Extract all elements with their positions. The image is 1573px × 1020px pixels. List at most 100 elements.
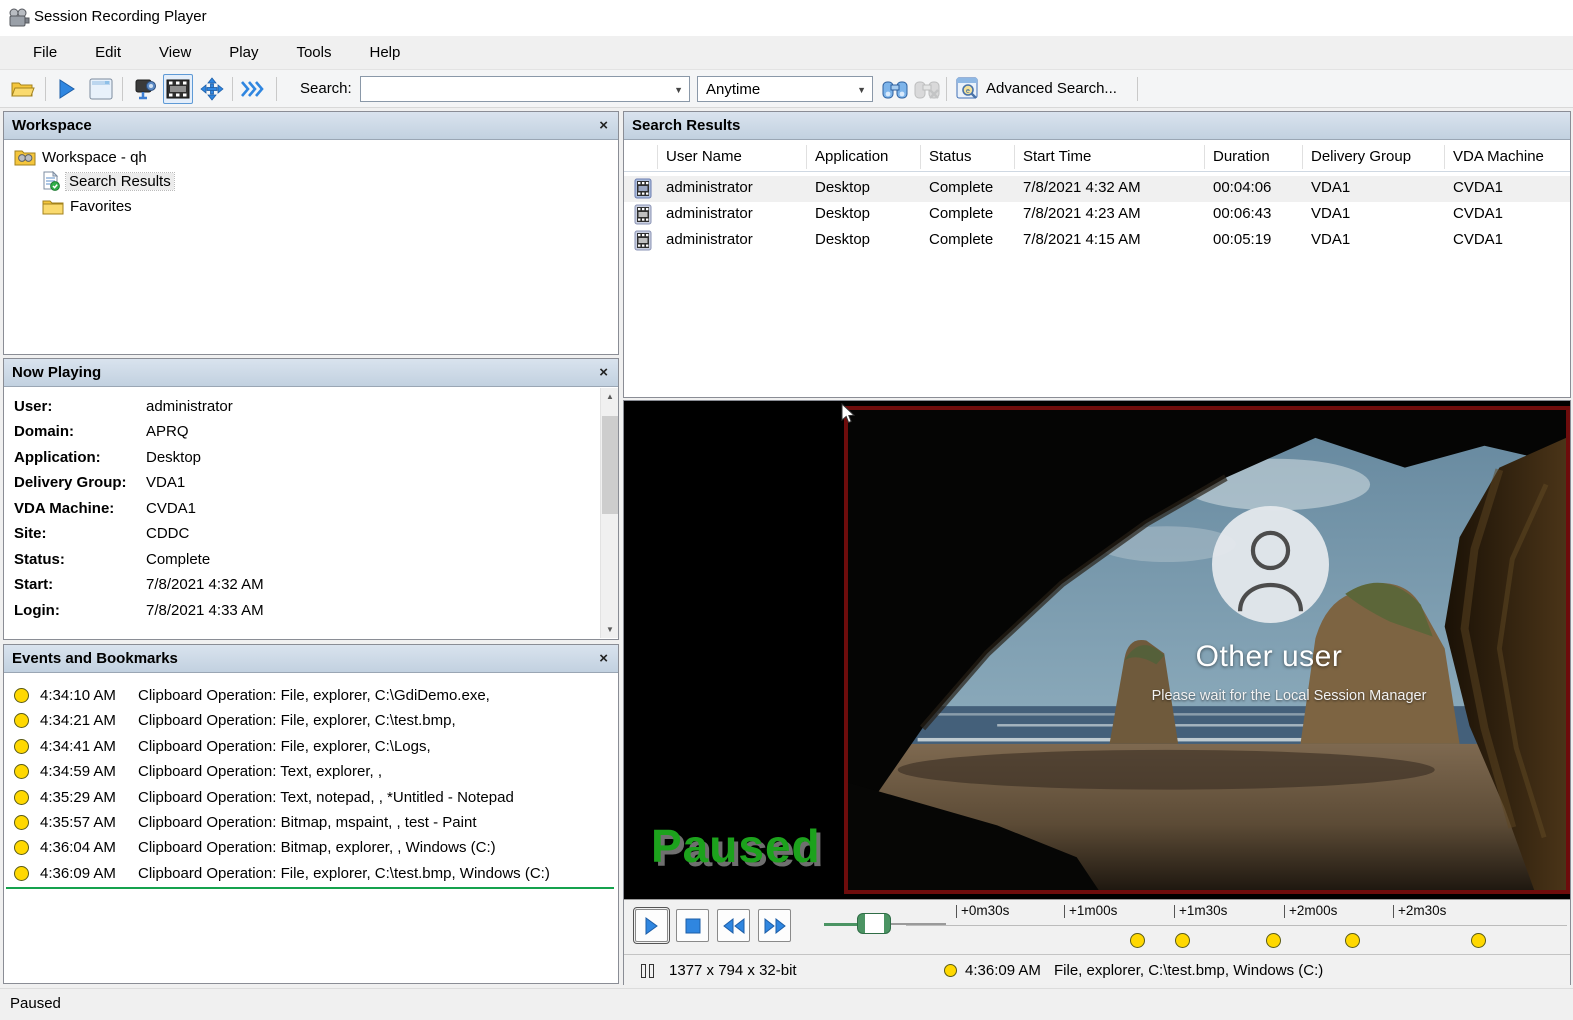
result-row-1[interactable]: administrator Desktop Complete 7/8/2021 … (624, 176, 1570, 202)
event-text: Clipboard Operation: Bitmap, explorer, ,… (138, 839, 496, 856)
player-controls: +0m30s +1m00s +1m30s +2m00s +2m30s (624, 899, 1570, 954)
menu-play[interactable]: Play (210, 38, 277, 67)
cell-duration: 00:04:06 (1213, 179, 1271, 196)
menu-edit[interactable]: Edit (76, 38, 140, 67)
window-view-button[interactable] (86, 74, 116, 104)
seek-slider-thumb[interactable] (857, 913, 891, 934)
result-row-2[interactable]: administrator Desktop Complete 7/8/2021 … (624, 202, 1570, 228)
field-start: Start:7/8/2021 4:32 AM (14, 576, 594, 601)
close-icon[interactable]: × (597, 364, 610, 381)
tree-item-search-results[interactable]: Search Results (42, 170, 174, 192)
chevron-down-icon[interactable]: ▼ (674, 85, 683, 95)
filmstrip-view-button[interactable] (163, 74, 193, 104)
field-label: Domain: (14, 423, 74, 440)
event-item-6[interactable]: 4:35:57 AMClipboard Operation: Bitmap, m… (10, 810, 612, 835)
col-start-time[interactable]: Start Time (1023, 148, 1091, 165)
event-time: 4:35:29 AM (40, 789, 116, 806)
open-file-button[interactable] (8, 74, 38, 104)
pause-indicator-icon (641, 964, 646, 978)
tree-item-favorites[interactable]: Favorites (42, 195, 132, 217)
rewind-button[interactable] (717, 909, 750, 942)
timeline-event-dot[interactable] (1130, 933, 1145, 948)
tree-item-label[interactable]: Workspace - qh (42, 149, 147, 166)
menu-file[interactable]: File (14, 38, 76, 67)
event-time: 4:34:10 AM (40, 687, 116, 704)
timeline-tick (1174, 905, 1175, 918)
cell-group: VDA1 (1311, 205, 1350, 222)
stop-button[interactable] (676, 909, 709, 942)
field-label: Site: (14, 525, 47, 542)
cell-group: VDA1 (1311, 231, 1350, 248)
now-playing-panel: Now Playing × User:administrator Domain:… (3, 358, 619, 640)
timeline-event-dot[interactable] (1266, 933, 1281, 948)
play-button-toolbar[interactable] (52, 74, 82, 104)
event-dot-icon (14, 866, 29, 881)
event-item-3[interactable]: 4:34:41 AMClipboard Operation: File, exp… (10, 734, 612, 759)
result-row-3[interactable]: administrator Desktop Complete 7/8/2021 … (624, 228, 1570, 254)
workspace-panel-header: Workspace × (4, 112, 618, 140)
col-vda-machine[interactable]: VDA Machine (1453, 148, 1544, 165)
field-vda-machine: VDA Machine:CVDA1 (14, 500, 594, 525)
timeline-event-dot[interactable] (1471, 933, 1486, 948)
projector-view-button[interactable] (130, 74, 160, 104)
event-item-8[interactable]: 4:36:09 AMClipboard Operation: File, exp… (10, 861, 612, 886)
stop-search-button (912, 74, 942, 104)
col-user-name[interactable]: User Name (666, 148, 742, 165)
field-value: APRQ (146, 423, 189, 440)
fast-forward-button[interactable] (758, 909, 791, 942)
timeline-event-dot[interactable] (1345, 933, 1360, 948)
timeline-event-dot[interactable] (1175, 933, 1190, 948)
search-input[interactable] (361, 77, 667, 101)
search-combobox[interactable]: ▼ (360, 76, 690, 102)
scrollbar-thumb[interactable] (602, 416, 618, 514)
timeline-marker: +2m30s (1398, 903, 1446, 918)
svg-text:e: e (966, 88, 970, 95)
session-recording-player-window: Session Recording Player File Edit View … (0, 0, 1573, 1020)
menu-tools[interactable]: Tools (277, 38, 350, 67)
col-status[interactable]: Status (929, 148, 972, 165)
event-item-4[interactable]: 4:34:59 AMClipboard Operation: Text, exp… (10, 759, 612, 784)
close-icon[interactable]: × (597, 117, 610, 134)
close-icon[interactable]: × (597, 650, 610, 667)
event-item-2[interactable]: 4:34:21 AMClipboard Operation: File, exp… (10, 708, 612, 733)
event-text: Clipboard Operation: File, explorer, C:\… (138, 687, 490, 704)
scroll-up-icon[interactable]: ▲ (601, 388, 619, 405)
advanced-search-button[interactable]: e (953, 74, 983, 104)
event-text: Clipboard Operation: File, explorer, C:\… (138, 712, 456, 729)
col-application[interactable]: Application (815, 148, 888, 165)
field-label: Start: (14, 576, 53, 593)
play-button[interactable] (635, 909, 668, 942)
video-area[interactable]: Other user Please wait for the Local Ses… (624, 401, 1570, 899)
more-tools-button[interactable] (238, 74, 268, 104)
wait-message: Please wait for the Local Session Manage… (1134, 688, 1444, 704)
tree-item-workspace[interactable]: Workspace - qh (14, 146, 147, 168)
cell-group: VDA1 (1311, 179, 1350, 196)
stop-icon (685, 918, 701, 934)
now-playing-scrollbar[interactable]: ▲ ▼ (600, 388, 618, 638)
tree-item-label[interactable]: Favorites (70, 198, 132, 215)
scroll-down-icon[interactable]: ▼ (601, 621, 619, 638)
timeline-marker: +1m30s (1179, 903, 1227, 918)
timeline-marker: +0m30s (961, 903, 1009, 918)
advanced-search-label[interactable]: Advanced Search... (986, 80, 1117, 97)
toolbar-separator (1137, 77, 1138, 101)
event-item-7[interactable]: 4:36:04 AMClipboard Operation: Bitmap, e… (10, 835, 612, 860)
event-time: 4:34:59 AM (40, 763, 116, 780)
col-duration[interactable]: Duration (1213, 148, 1270, 165)
time-filter-combobox[interactable]: Anytime ▼ (697, 76, 873, 102)
event-item-1[interactable]: 4:34:10 AM Clipboard Operation: File, exp… (10, 683, 612, 708)
workspace-folder-icon (14, 148, 36, 166)
window-title: Session Recording Player (34, 8, 207, 25)
event-dot-icon (14, 815, 29, 830)
recording-viewport: Other user Please wait for the Local Ses… (844, 406, 1570, 894)
search-execute-button[interactable] (880, 74, 910, 104)
chevron-down-icon[interactable]: ▼ (857, 85, 866, 95)
pan-view-button[interactable] (197, 74, 227, 104)
menu-view[interactable]: View (140, 38, 210, 67)
favorites-folder-icon (42, 198, 64, 215)
event-item-5[interactable]: 4:35:29 AMClipboard Operation: Text, not… (10, 785, 612, 810)
menu-help[interactable]: Help (351, 38, 420, 67)
tree-item-label[interactable]: Search Results (66, 173, 174, 190)
event-dot-icon (944, 964, 957, 977)
col-delivery-group[interactable]: Delivery Group (1311, 148, 1411, 165)
